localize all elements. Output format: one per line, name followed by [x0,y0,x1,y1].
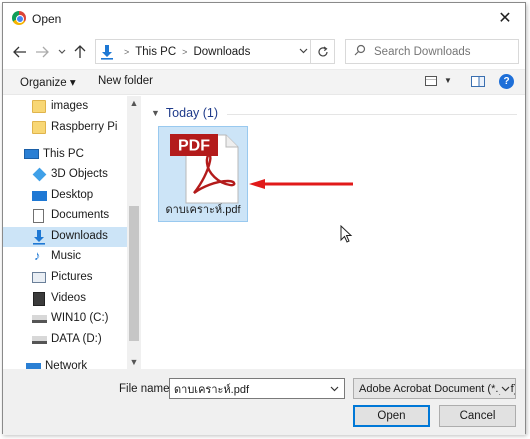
downloads-icon [96,41,118,63]
nav-item-downloads[interactable]: Downloads [3,227,127,247]
navigation-pane: images Raspberry Pi This PC 3D Objects D… [3,96,141,369]
address-bar[interactable]: > This PC > Downloads [95,39,335,64]
file-type-select[interactable]: Adobe Acrobat Document (*.pdf) [353,378,516,399]
group-divider [227,114,517,115]
open-button[interactable]: Open [353,405,430,427]
file-type-value: Adobe Acrobat Document (*.pdf) [359,382,516,395]
nav-item-label: Network [45,360,88,369]
up-button[interactable] [71,41,89,63]
search-box[interactable] [345,39,519,64]
chevron-down-icon[interactable] [499,384,510,394]
documents-icon [33,209,44,223]
dialog-title: Open [32,12,62,26]
file-name-field-label: File name: [119,383,173,395]
nav-item-pictures[interactable]: Pictures [3,268,127,288]
change-view-icon[interactable] [425,76,437,86]
chevron-right-icon: > [182,46,188,57]
desktop-icon [32,191,47,201]
title-bar: Open ✕ [3,3,525,33]
refresh-button[interactable] [310,40,334,63]
file-name-label: ดาบเคราะห์.pdf [165,204,241,216]
folder-icon [32,100,46,113]
pdf-file-icon: PDF [170,134,239,204]
chevron-down-icon[interactable] [330,384,339,394]
chevron-down-icon [299,48,308,54]
group-header-today[interactable]: ▼ Today (1) [151,106,218,120]
arrow-right-icon [36,46,49,58]
refresh-icon [317,46,328,56]
scroll-thumb[interactable] [129,206,139,341]
cancel-button[interactable]: Cancel [439,405,516,427]
file-name-input[interactable]: ดาบเคราะห์.pdf [169,378,345,399]
forward-button[interactable] [33,41,51,63]
scroll-down-icon[interactable]: ▼ [127,355,141,369]
nav-item-label: DATA (D:) [51,333,102,345]
open-file-dialog: Open ✕ > This PC > Downloads Search Down… [2,2,527,435]
3d-objects-icon [32,167,47,182]
videos-icon [33,292,45,306]
folder-icon [32,121,46,134]
nav-item-this-pc[interactable]: This PC [3,145,127,165]
nav-item-label: WIN10 (C:) [51,312,109,324]
nav-item-label: Music [51,250,82,262]
file-name-value: ดาบเคราะห์.pdf [174,383,250,396]
chrome-icon [12,11,26,25]
breadcrumb-downloads[interactable]: Downloads [193,46,250,58]
nav-item-label: 3D Objects [51,168,108,180]
new-folder-button[interactable]: New folder [98,75,153,87]
nav-item-label: Desktop [51,189,94,201]
nav-item-label: This PC [43,148,84,160]
chevron-right-icon: > [124,46,130,57]
downloads-icon [32,229,46,245]
back-button[interactable] [11,41,29,63]
address-dropdown[interactable] [299,46,308,56]
arrow-up-icon [74,45,86,58]
nav-item-label: Downloads [51,230,108,242]
nav-item-label: Documents [51,209,110,221]
preview-pane-icon[interactable] [471,76,485,87]
nav-scrollbar[interactable]: ▲ ▼ [127,96,141,369]
this-pc-icon [24,149,39,159]
red-arrow-annotation [249,179,353,189]
nav-item-3d-objects[interactable]: 3D Objects [3,165,127,185]
view-options-dropdown[interactable]: ▼ [444,76,452,85]
nav-item-documents[interactable]: Documents [3,206,127,226]
scroll-up-icon[interactable]: ▲ [127,96,141,110]
nav-item-label: images [51,100,89,112]
search-input[interactable] [374,45,514,58]
organize-button[interactable]: Organize ▾ [20,75,76,89]
address-row: > This PC > Downloads [3,37,525,67]
music-icon: ♪ [34,248,41,263]
close-button[interactable]: ✕ [485,3,525,33]
pictures-icon [32,272,46,283]
nav-item-data-d[interactable]: DATA (D:) [3,330,127,350]
pdf-badge: PDF [178,138,210,155]
drive-c-icon [32,315,47,323]
nav-item-win10-c[interactable]: WIN10 (C:) [3,309,127,329]
nav-item-videos[interactable]: Videos [3,289,127,309]
nav-item-label: Videos [51,292,86,304]
file-item-pdf[interactable]: PDF ดาบเคราะห์.pdf [158,126,248,222]
nav-item-raspberry-pi[interactable]: Raspberry Pi [3,118,127,138]
file-list: ▼ Today (1) PDF ดาบเคราะห์.pdf [143,96,527,369]
breadcrumb-this-pc[interactable]: This PC [135,46,176,58]
nav-item-music[interactable]: ♪ Music [3,247,127,267]
nav-item-label: Raspberry Pi [51,121,118,133]
arrow-left-icon [13,46,26,58]
command-bar: Organize ▾ New folder ▼ ? [3,69,525,95]
chevron-down-icon: ▼ [151,108,160,118]
group-header-label: Today (1) [165,106,219,120]
nav-item-images[interactable]: images [3,97,127,117]
drive-d-icon [32,336,47,344]
mouse-cursor-icon [340,225,353,243]
nav-item-desktop[interactable]: Desktop [3,186,127,206]
recent-locations-dropdown[interactable] [55,41,69,63]
nav-item-label: Pictures [51,271,93,283]
chevron-down-icon [58,49,66,54]
help-icon[interactable]: ? [499,74,514,89]
search-icon [346,44,374,59]
nav-item-network[interactable]: Network [3,357,127,369]
dialog-footer: File name: ดาบเคราะห์.pdf Adobe Acrobat … [3,369,525,435]
